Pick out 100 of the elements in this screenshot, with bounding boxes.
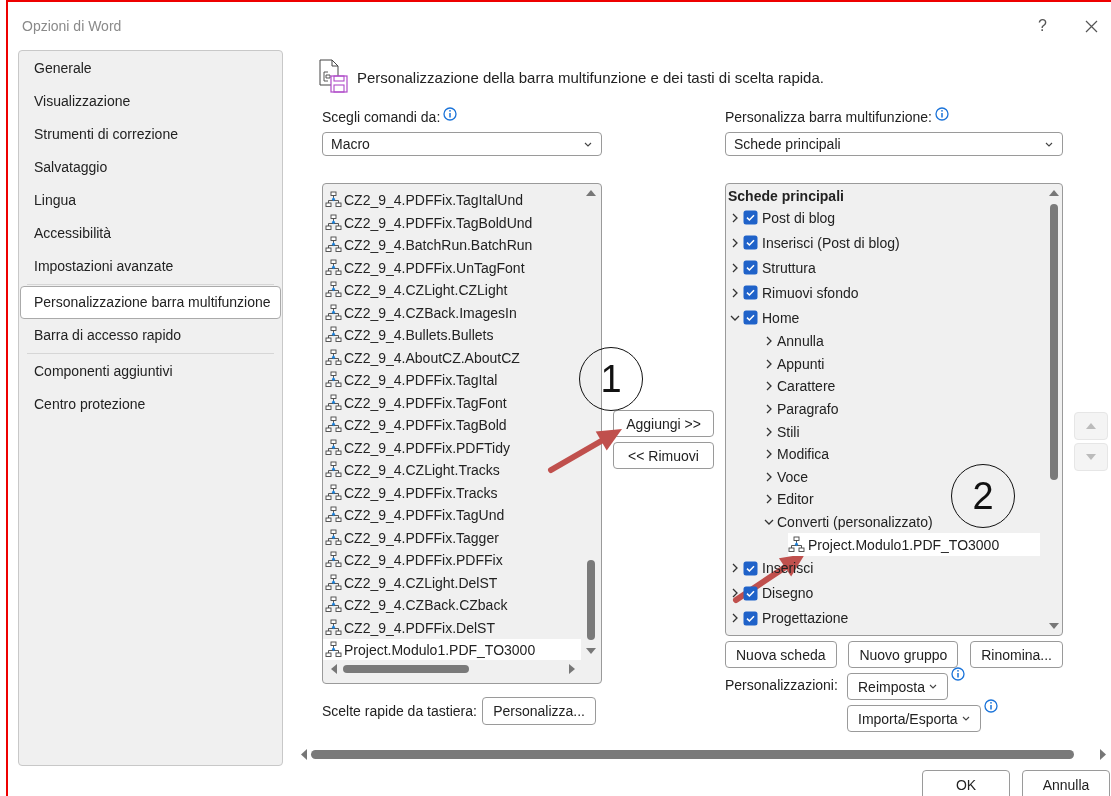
chevron-right-icon[interactable]: [730, 588, 740, 599]
dropdown[interactable]: Schede principali: [725, 132, 1063, 156]
info-icon[interactable]: [950, 667, 965, 681]
sidebar-item[interactable]: Barra di accesso rapido: [20, 319, 281, 352]
chevron-right-icon[interactable]: [764, 449, 774, 460]
list-item[interactable]: CZ2_9_4.PDFFix.TagUnd: [323, 504, 581, 527]
tree-item[interactable]: Progettazione: [730, 605, 849, 631]
close-icon[interactable]: [1085, 19, 1098, 33]
sidebar-item[interactable]: Personalizzazione barra multifunzione: [20, 286, 281, 319]
chevron-right-icon[interactable]: [764, 426, 774, 437]
list-item[interactable]: CZ2_9_4.PDFFix.TagBoldUnd: [323, 211, 581, 234]
checkbox[interactable]: [743, 560, 758, 576]
tree-item[interactable]: Voce: [764, 465, 809, 489]
sidebar-item[interactable]: Lingua: [20, 184, 281, 217]
tree-item[interactable]: Converti (personalizzato): [764, 510, 933, 534]
remove-button[interactable]: << Rimuovi: [613, 442, 714, 469]
chevron-right-icon[interactable]: [764, 381, 774, 392]
page-title: Personalizzazione della barra multifunzione e dei tasti di scelta rapida.: [357, 68, 824, 86]
ribbon-button[interactable]: Nuova scheda: [725, 641, 837, 668]
cancel-button[interactable]: Annulla: [1022, 770, 1110, 796]
sidebar-item[interactable]: Centro protezione: [20, 388, 281, 421]
tree-item[interactable]: Project.Modulo1.PDF_TO3000: [788, 533, 1040, 556]
tree-item[interactable]: Post di blog: [730, 205, 836, 230]
reset-button[interactable]: Reimposta: [847, 673, 948, 700]
chevron-right-icon[interactable]: [764, 471, 774, 482]
help-button[interactable]: ?: [1038, 17, 1047, 35]
window-title: Opzioni di Word: [22, 18, 122, 34]
ribbon-button[interactable]: Nuovo gruppo: [848, 641, 959, 668]
tree-item[interactable]: Struttura: [730, 255, 816, 280]
caret-icon: [1045, 141, 1053, 147]
chevron-right-icon[interactable]: [730, 563, 740, 574]
list-item[interactable]: CZ2_9_4.PDFFix.TagBold: [323, 414, 581, 437]
tree-heading: Schede principali: [727, 187, 845, 205]
list-item[interactable]: CZ2_9_4.CZLight.Tracks: [323, 459, 581, 482]
caret-icon: [928, 684, 937, 689]
tree-item[interactable]: Carattere: [764, 375, 836, 398]
macro-icon: [325, 618, 343, 637]
tree-item[interactable]: Inserisci (Post di blog): [730, 230, 900, 255]
list-item[interactable]: CZ2_9_4.AboutCZ.AboutCZ: [323, 346, 581, 369]
chevron-right-icon[interactable]: [764, 336, 774, 347]
tree-item[interactable]: Stili: [764, 420, 800, 443]
checkbox[interactable]: [743, 610, 758, 626]
sidebar-item[interactable]: Salvataggio: [20, 151, 281, 184]
list-item[interactable]: CZ2_9_4.CZLight.DelST: [323, 571, 581, 594]
chevron-right-icon[interactable]: [730, 212, 740, 223]
tree-item[interactable]: Rimuovi sfondo: [730, 280, 859, 305]
list-item[interactable]: CZ2_9_4.PDFFix.PDFTidy: [323, 436, 581, 459]
chevron-right-icon[interactable]: [730, 613, 740, 624]
list-item[interactable]: CZ2_9_4.PDFFix.PDFFix: [323, 549, 581, 572]
sidebar-item[interactable]: Accessibilità: [20, 217, 281, 250]
list-item[interactable]: CZ2_9_4.PDFFix.Tracks: [323, 481, 581, 504]
info-icon[interactable]: [983, 699, 998, 713]
macro-icon: [325, 371, 343, 390]
customize-button[interactable]: Personalizza...: [482, 697, 596, 725]
info-icon[interactable]: [443, 107, 458, 121]
ok-button[interactable]: OK: [922, 770, 1010, 796]
sidebar-item[interactable]: Visualizzazione: [20, 85, 281, 118]
chevron-right-icon[interactable]: [730, 262, 740, 273]
sidebar-item[interactable]: Strumenti di correzione: [20, 118, 281, 151]
list-item[interactable]: CZ2_9_4.CZBack.CZback: [323, 594, 581, 617]
list-item[interactable]: CZ2_9_4.PDFFix.TagItal: [323, 369, 581, 392]
tree-item[interactable]: Annulla: [764, 330, 824, 353]
tree-item[interactable]: Paragrafo: [764, 397, 839, 421]
chevron-right-icon[interactable]: [764, 494, 774, 505]
sidebar-item[interactable]: Generale: [20, 52, 281, 85]
ribbon-button[interactable]: Rinomina...: [970, 641, 1063, 668]
add-button[interactable]: Aggiungi >>: [613, 410, 714, 437]
list-item[interactable]: CZ2_9_4.PDFFix.UnTagFont: [323, 256, 581, 279]
checkbox[interactable]: [743, 310, 758, 325]
import-export-button[interactable]: Importa/Esporta: [847, 705, 981, 732]
list-item[interactable]: CZ2_9_4.PDFFix.TagItalUnd: [323, 189, 581, 212]
info-icon[interactable]: [935, 107, 949, 121]
list-item[interactable]: CZ2_9_4.CZBack.ImagesIn: [323, 301, 581, 324]
checkbox[interactable]: [743, 260, 758, 275]
sidebar-item[interactable]: Impostazioni avanzate: [20, 250, 281, 283]
chevron-right-icon[interactable]: [730, 237, 740, 248]
dropdown[interactable]: Macro: [322, 132, 602, 156]
list-item[interactable]: CZ2_9_4.CZLight.CZLight: [323, 279, 581, 302]
checkbox[interactable]: [743, 235, 758, 250]
caret-icon: [961, 716, 970, 721]
shortcuts-label: Scelte rapide da tastiera:: [322, 703, 477, 719]
chevron-right-icon[interactable]: [764, 358, 774, 369]
chevron-right-icon[interactable]: [764, 404, 774, 415]
scrollbar[interactable]: [298, 746, 1108, 763]
list-item[interactable]: CZ2_9_4.PDFFix.TagFont: [323, 391, 581, 414]
tree-item[interactable]: Home: [730, 305, 800, 330]
macro-icon: [325, 416, 343, 435]
checkbox[interactable]: [743, 210, 758, 225]
tree-item[interactable]: Modifica: [764, 442, 830, 466]
list-item[interactable]: Project.Modulo1.PDF_TO3000: [323, 639, 581, 660]
list-item[interactable]: CZ2_9_4.PDFFix.DelST: [323, 616, 581, 639]
tree-item[interactable]: Appunti: [764, 352, 825, 376]
tree-item[interactable]: Editor: [764, 488, 814, 511]
sidebar-item[interactable]: Componenti aggiuntivi: [20, 355, 281, 388]
list-item[interactable]: CZ2_9_4.BatchRun.BatchRun: [323, 234, 581, 257]
list-item[interactable]: CZ2_9_4.Bullets.Bullets: [323, 324, 581, 347]
tree-item[interactable]: Disegno: [730, 580, 814, 606]
checkbox[interactable]: [743, 285, 758, 300]
list-item[interactable]: CZ2_9_4.PDFFix.Tagger: [323, 526, 581, 549]
chevron-right-icon[interactable]: [730, 287, 740, 298]
